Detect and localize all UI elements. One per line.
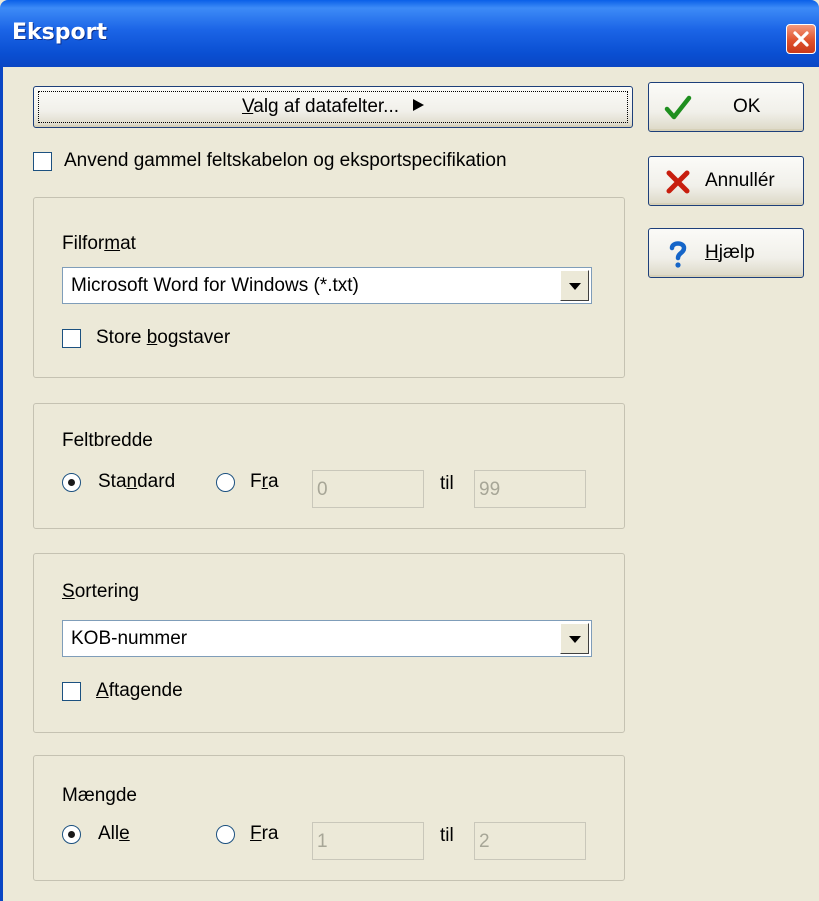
uppercase-checkbox[interactable]	[62, 329, 81, 348]
submenu-arrow-icon	[413, 99, 425, 111]
uppercase-label: Store bogstaver	[96, 327, 231, 348]
use-old-template-label: Anvend gammel feltskabelon og eksportspe…	[64, 150, 507, 171]
quantity-all-radio[interactable]	[62, 825, 81, 844]
field-width-standard-label: Standard	[98, 471, 176, 492]
sorting-heading: Sortering	[62, 581, 140, 602]
use-old-template-checkbox[interactable]	[33, 152, 52, 171]
help-label: Hjælp	[705, 242, 755, 263]
window-title: Eksport	[12, 20, 107, 45]
file-format-select[interactable]: Microsoft Word for Windows (*.txt)	[62, 267, 592, 304]
descending-checkbox[interactable]	[62, 682, 81, 701]
field-width-to-input[interactable]: 99	[474, 470, 586, 508]
quantity-from-radio[interactable]	[216, 825, 235, 844]
quantity-to-value: 2	[479, 831, 490, 852]
close-icon	[793, 31, 809, 47]
field-width-from-value: 0	[317, 479, 328, 500]
quantity-all-label: Alle	[98, 823, 130, 844]
close-button[interactable]	[786, 24, 816, 54]
field-width-group	[33, 403, 625, 529]
field-width-heading: Feltbredde	[62, 430, 153, 451]
file-format-heading: Filformat	[62, 233, 136, 254]
quantity-from-value: 1	[317, 831, 328, 852]
ok-button[interactable]: OK	[648, 82, 804, 132]
x-icon	[666, 170, 690, 194]
file-format-value: Microsoft Word for Windows (*.txt)	[71, 275, 359, 296]
sorting-dropdown-button[interactable]	[560, 623, 589, 654]
select-data-fields-button[interactable]: Valg af datafelter...	[33, 86, 633, 128]
sorting-select[interactable]: KOB-nummer	[62, 620, 592, 657]
quantity-group	[33, 755, 625, 881]
field-width-from-label: Fra	[250, 471, 279, 492]
question-icon	[669, 241, 687, 268]
field-width-to-label: til	[440, 473, 454, 494]
field-width-to-value: 99	[479, 479, 501, 500]
descending-label: Aftagende	[96, 680, 183, 701]
select-data-fields-label: Valg af datafelter...	[34, 96, 632, 118]
field-width-standard-radio[interactable]	[62, 473, 81, 492]
cancel-label: Annullér	[705, 170, 775, 191]
quantity-to-label: til	[440, 825, 454, 846]
field-width-from-input[interactable]: 0	[312, 470, 424, 508]
title-bar: Eksport	[0, 0, 819, 67]
field-width-from-radio[interactable]	[216, 473, 235, 492]
cancel-button[interactable]: Annullér	[648, 156, 804, 206]
quantity-from-input[interactable]: 1	[312, 822, 424, 860]
quantity-from-label: Fra	[250, 823, 279, 844]
sorting-value: KOB-nummer	[71, 628, 188, 649]
ok-label: OK	[733, 96, 761, 117]
quantity-heading: Mængde	[62, 785, 137, 806]
file-format-dropdown-button[interactable]	[560, 270, 589, 301]
help-button[interactable]: Hjælp	[648, 228, 804, 278]
window-border	[0, 67, 3, 901]
checkmark-icon	[664, 95, 692, 120]
quantity-to-input[interactable]: 2	[474, 822, 586, 860]
